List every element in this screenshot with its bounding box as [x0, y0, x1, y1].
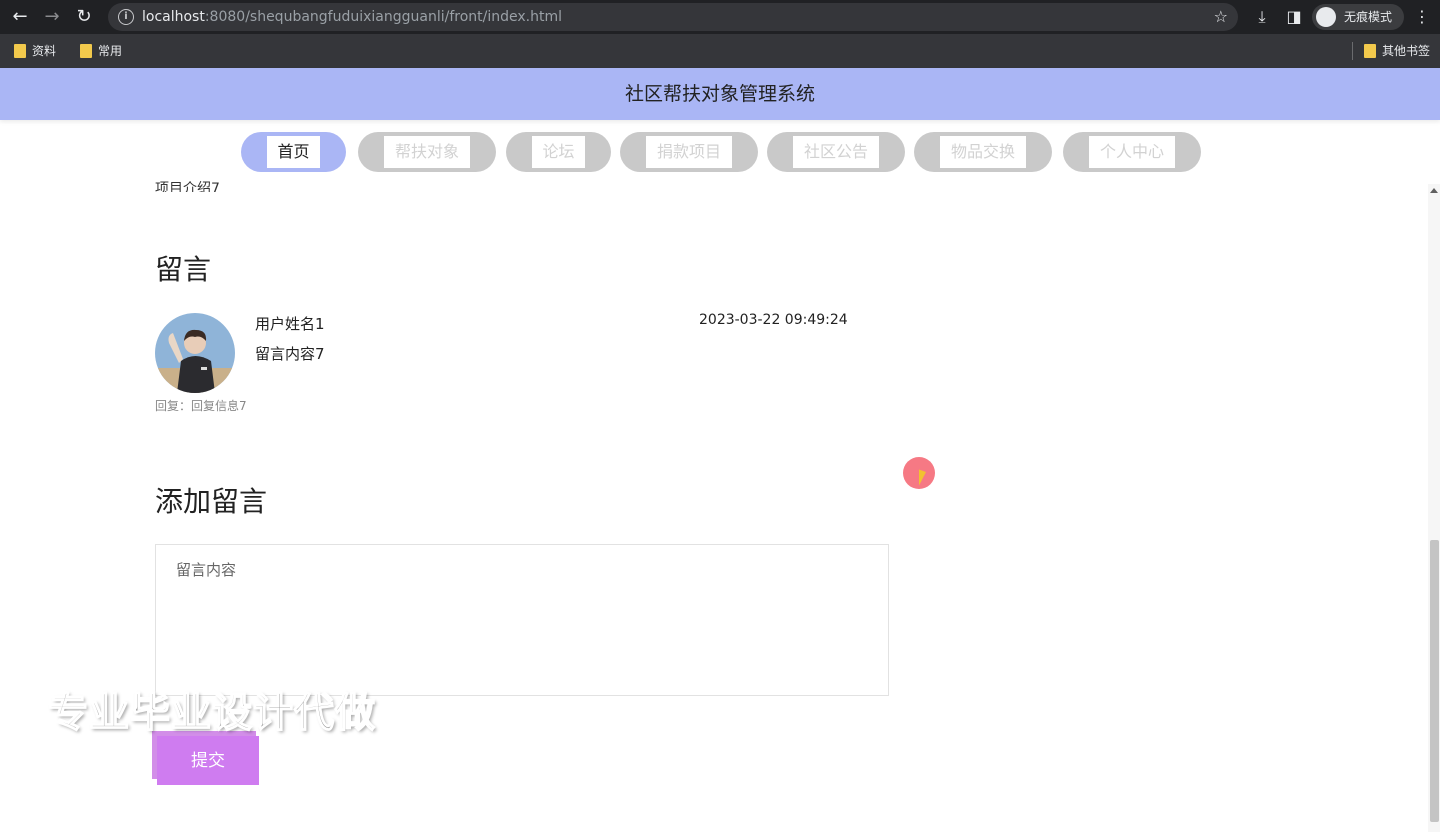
nav-item-profile[interactable]: 个人中心 — [1063, 132, 1201, 172]
bookmark-star-icon[interactable]: ☆ — [1214, 3, 1228, 31]
watermark: 专业毕业设计代做 — [47, 689, 376, 737]
add-message-heading: 添加留言 — [155, 485, 268, 518]
nav-item-exchange[interactable]: 物品交换 — [914, 132, 1052, 172]
incognito-label: 无痕模式 — [1344, 10, 1393, 24]
nav-item-donation[interactable]: 捐款项目 — [620, 132, 758, 172]
bookmark-label: 常用 — [98, 44, 123, 58]
bookmark-folder[interactable]: 常用 — [80, 43, 122, 59]
incognito-badge[interactable]: 无痕模式 — [1312, 4, 1404, 30]
folder-icon — [1364, 44, 1376, 58]
nav-item-assist-targets[interactable]: 帮扶对象 — [358, 132, 496, 172]
folder-icon — [14, 44, 26, 58]
nav-item-notices[interactable]: 社区公告 — [767, 132, 905, 172]
nav-label: 帮扶对象 — [384, 136, 470, 168]
scroll-up-arrow-icon[interactable] — [1430, 188, 1438, 193]
other-bookmarks[interactable]: 其他书签 — [1364, 43, 1430, 59]
site-header: 社区帮扶对象管理系统 — [0, 68, 1440, 120]
nav-label: 个人中心 — [1089, 136, 1175, 168]
side-panel-icon[interactable]: ◨ — [1282, 5, 1306, 29]
messages-heading: 留言 — [155, 253, 212, 286]
nav-label: 捐款项目 — [646, 136, 732, 168]
message-input[interactable] — [155, 544, 889, 696]
message-content: 留言内容7 — [255, 345, 325, 363]
nav-item-forum[interactable]: 论坛 — [506, 132, 611, 172]
submit-button[interactable]: 提交 — [157, 736, 259, 785]
download-icon[interactable]: ⤓ — [1250, 5, 1274, 29]
url-host: localhost — [142, 9, 205, 25]
site-title: 社区帮扶对象管理系统 — [624, 83, 815, 105]
message-time: 2023-03-22 09:49:24 — [699, 312, 848, 328]
back-icon[interactable]: ← — [8, 5, 32, 29]
bookmark-label: 资料 — [32, 44, 57, 58]
browser-toolbar: ← → ↻ i localhost:8080/shequbangfuduixia… — [0, 0, 1440, 34]
nav-label: 首页 — [267, 136, 320, 168]
bookmarks-bar: 资料 常用 其他书签 — [0, 34, 1440, 68]
message-reply: 回复：回复信息7 — [155, 397, 247, 414]
nav-item-home[interactable]: 首页 — [241, 132, 346, 172]
bookmark-folder[interactable]: 资料 — [14, 43, 56, 59]
message-user: 用户姓名1 — [255, 315, 325, 333]
project-intro-text: 项目介绍7 — [155, 181, 220, 192]
reload-icon[interactable]: ↻ — [72, 5, 96, 29]
forward-icon[interactable]: → — [40, 5, 64, 29]
bookmark-label: 其他书签 — [1382, 44, 1431, 58]
nav-label: 物品交换 — [940, 136, 1026, 168]
address-bar[interactable]: i localhost:8080/shequbangfuduixiangguan… — [108, 3, 1238, 31]
nav-label: 论坛 — [532, 136, 585, 168]
scrollbar-thumb[interactable] — [1430, 540, 1439, 822]
nav-label: 社区公告 — [793, 136, 879, 168]
bookmarks-divider — [1352, 42, 1353, 60]
reply-text: 回复信息7 — [191, 399, 247, 413]
site-info-icon[interactable]: i — [118, 9, 134, 25]
menu-kebab-icon[interactable]: ⋮ — [1410, 5, 1434, 29]
avatar — [155, 313, 235, 393]
folder-icon — [80, 44, 92, 58]
incognito-icon — [1316, 7, 1336, 27]
reply-label: 回复： — [155, 399, 192, 413]
url-path: :8080/shequbangfuduixiangguanli/front/in… — [204, 9, 563, 25]
